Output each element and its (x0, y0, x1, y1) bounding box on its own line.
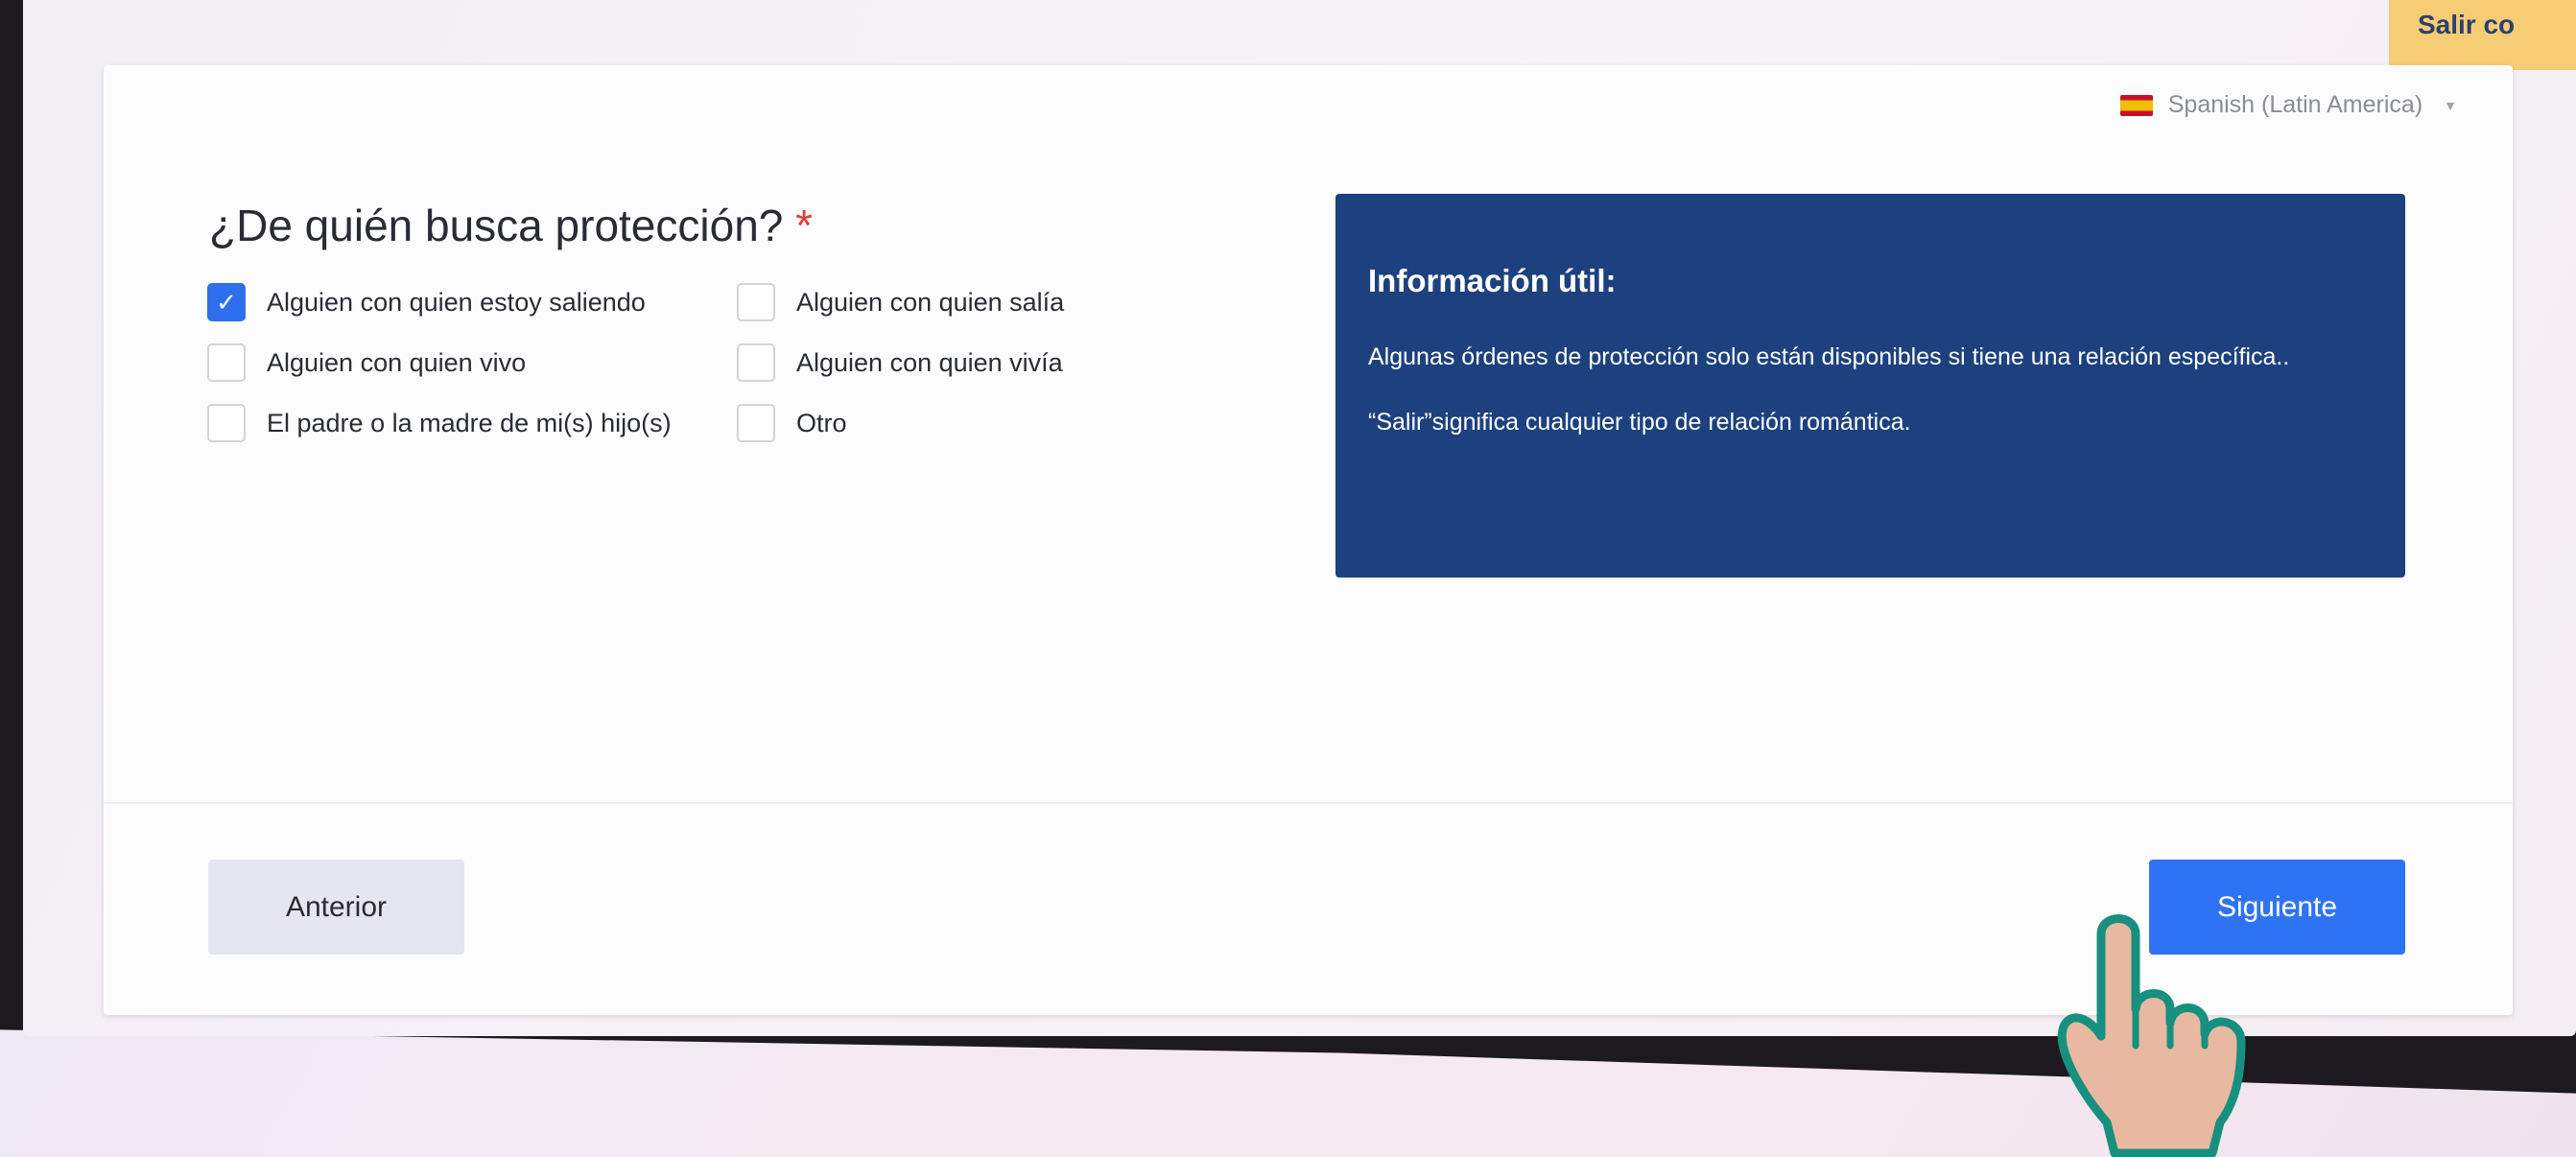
option-dating[interactable]: ✓ Alguien con quien estoy saliendo (207, 281, 737, 323)
chevron-down-icon: ▼ (2444, 97, 2457, 113)
option-label: El padre o la madre de mi(s) hijo(s) (267, 408, 672, 437)
checkbox[interactable] (207, 343, 246, 382)
option-label: Alguien con quien salía (796, 287, 1065, 317)
option-label: Alguien con quien estoy saliendo (267, 287, 646, 317)
checkbox-group: ✓ Alguien con quien estoy saliendo Algui… (207, 281, 1121, 444)
question-title: ¿De quién busca protección? * (209, 200, 813, 251)
exit-button[interactable]: Salir co (2389, 0, 2576, 70)
checkbox[interactable] (207, 404, 246, 442)
option-label: Alguien con quien vivo (267, 347, 527, 377)
form-card: Spanish (Latin America) ▼ ¿De quién busc… (104, 65, 2513, 1015)
option-other[interactable]: Otro (737, 402, 1121, 444)
info-panel: Información útil: Algunas órdenes de pro… (1335, 194, 2405, 578)
language-label: Spanish (Latin America) (2167, 91, 2423, 118)
spain-flag-icon (2119, 94, 2153, 116)
previous-button[interactable]: Anterior (208, 860, 464, 955)
option-label: Otro (796, 408, 847, 437)
app-screen: Salir co Spanish (Latin America) ▼ ¿De q… (23, 0, 2576, 1036)
footer-divider (104, 802, 2513, 804)
checkbox[interactable] (737, 343, 775, 382)
checkbox-checked[interactable]: ✓ (207, 283, 246, 321)
info-text: Algunas órdenes de protección solo están… (1368, 343, 2290, 370)
option-live-with[interactable]: Alguien con quien vivo (207, 342, 737, 384)
info-note: “Salir”significa cualquier tipo de relac… (1368, 409, 1911, 436)
option-lived-with[interactable]: Alguien con quien vivía (737, 342, 1121, 384)
required-mark: * (795, 201, 814, 250)
hand-pointer-icon (2057, 914, 2246, 1157)
checkbox[interactable] (737, 404, 775, 442)
option-dated[interactable]: Alguien con quien salía (737, 281, 1121, 323)
checkbox[interactable] (737, 283, 775, 321)
option-child-parent[interactable]: El padre o la madre de mi(s) hijo(s) (207, 402, 737, 444)
question-text: ¿De quién busca protección? (209, 201, 784, 250)
option-label: Alguien con quien vivía (796, 347, 1063, 377)
language-select[interactable]: Spanish (Latin America) ▼ (2119, 91, 2457, 119)
info-title: Información útil: (1368, 263, 1617, 298)
